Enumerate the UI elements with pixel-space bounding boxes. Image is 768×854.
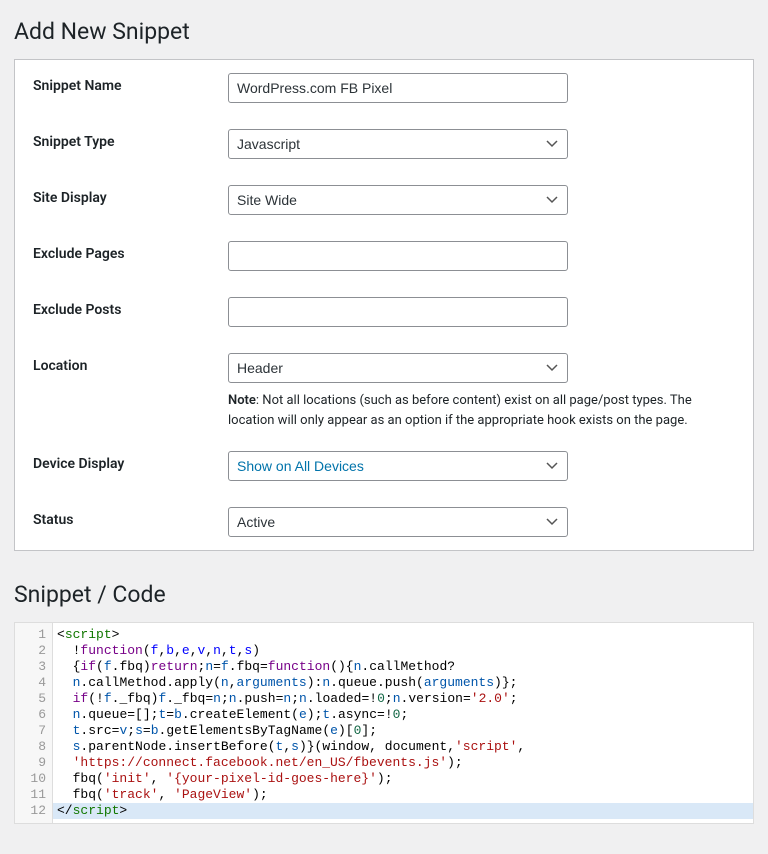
exclude-posts-input[interactable] [228, 297, 568, 327]
row-snippet-name: Snippet Name [15, 60, 753, 116]
code-line[interactable]: 'https://connect.facebook.net/en_US/fbev… [53, 755, 753, 771]
page-title: Add New Snippet [14, 0, 754, 59]
location-note: Note: Not all locations (such as before … [228, 391, 738, 430]
label-site-display: Site Display [33, 185, 228, 206]
device-display-select[interactable]: Show on All Devices [228, 451, 568, 481]
code-line[interactable]: <script> [53, 627, 753, 643]
code-line[interactable]: fbq('init', '{your-pixel-id-goes-here}')… [53, 771, 753, 787]
row-exclude-posts: Exclude Posts [15, 284, 753, 340]
code-gutter: 123456789101112 [15, 623, 53, 823]
label-exclude-posts: Exclude Posts [33, 297, 228, 318]
code-line[interactable]: s.parentNode.insertBefore(t,s)}(window, … [53, 739, 753, 755]
label-exclude-pages: Exclude Pages [33, 241, 228, 262]
site-display-select[interactable]: Site Wide [228, 185, 568, 215]
snippet-type-select[interactable]: Javascript [228, 129, 568, 159]
code-line[interactable]: fbq('track', 'PageView'); [53, 787, 753, 803]
label-location: Location [33, 353, 228, 374]
code-line[interactable]: n.callMethod.apply(n,arguments):n.queue.… [53, 675, 753, 691]
label-snippet-type: Snippet Type [33, 129, 228, 150]
row-status: Status Active [15, 494, 753, 550]
code-section-title: Snippet / Code [14, 551, 754, 622]
row-snippet-type: Snippet Type Javascript [15, 116, 753, 172]
note-label: Note [228, 393, 256, 408]
code-editor[interactable]: 123456789101112 <script> !function(f,b,e… [14, 622, 754, 824]
code-line[interactable]: </script> [53, 803, 753, 819]
status-select[interactable]: Active [228, 507, 568, 537]
label-device-display: Device Display [33, 451, 228, 472]
code-line[interactable]: t.src=v;s=b.getElementsByTagName(e)[0]; [53, 723, 753, 739]
location-select[interactable]: Header [228, 353, 568, 383]
code-line[interactable]: if(!f._fbq)f._fbq=n;n.push=n;n.loaded=!0… [53, 691, 753, 707]
note-text: : Not all locations (such as before cont… [228, 393, 692, 428]
code-line[interactable]: {if(f.fbq)return;n=f.fbq=function(){n.ca… [53, 659, 753, 675]
code-lines[interactable]: <script> !function(f,b,e,v,n,t,s) {if(f.… [53, 623, 753, 823]
code-line[interactable]: n.queue=[];t=b.createElement(e);t.async=… [53, 707, 753, 723]
row-device-display: Device Display Show on All Devices [15, 443, 753, 494]
snippet-name-input[interactable] [228, 73, 568, 103]
row-site-display: Site Display Site Wide [15, 172, 753, 228]
row-location: Location Header Note: Not all locations … [15, 340, 753, 443]
snippet-settings-panel: Snippet Name Snippet Type Javascript Sit… [14, 59, 754, 551]
label-status: Status [33, 507, 228, 528]
code-line[interactable]: !function(f,b,e,v,n,t,s) [53, 643, 753, 659]
label-snippet-name: Snippet Name [33, 73, 228, 94]
row-exclude-pages: Exclude Pages [15, 228, 753, 284]
exclude-pages-input[interactable] [228, 241, 568, 271]
